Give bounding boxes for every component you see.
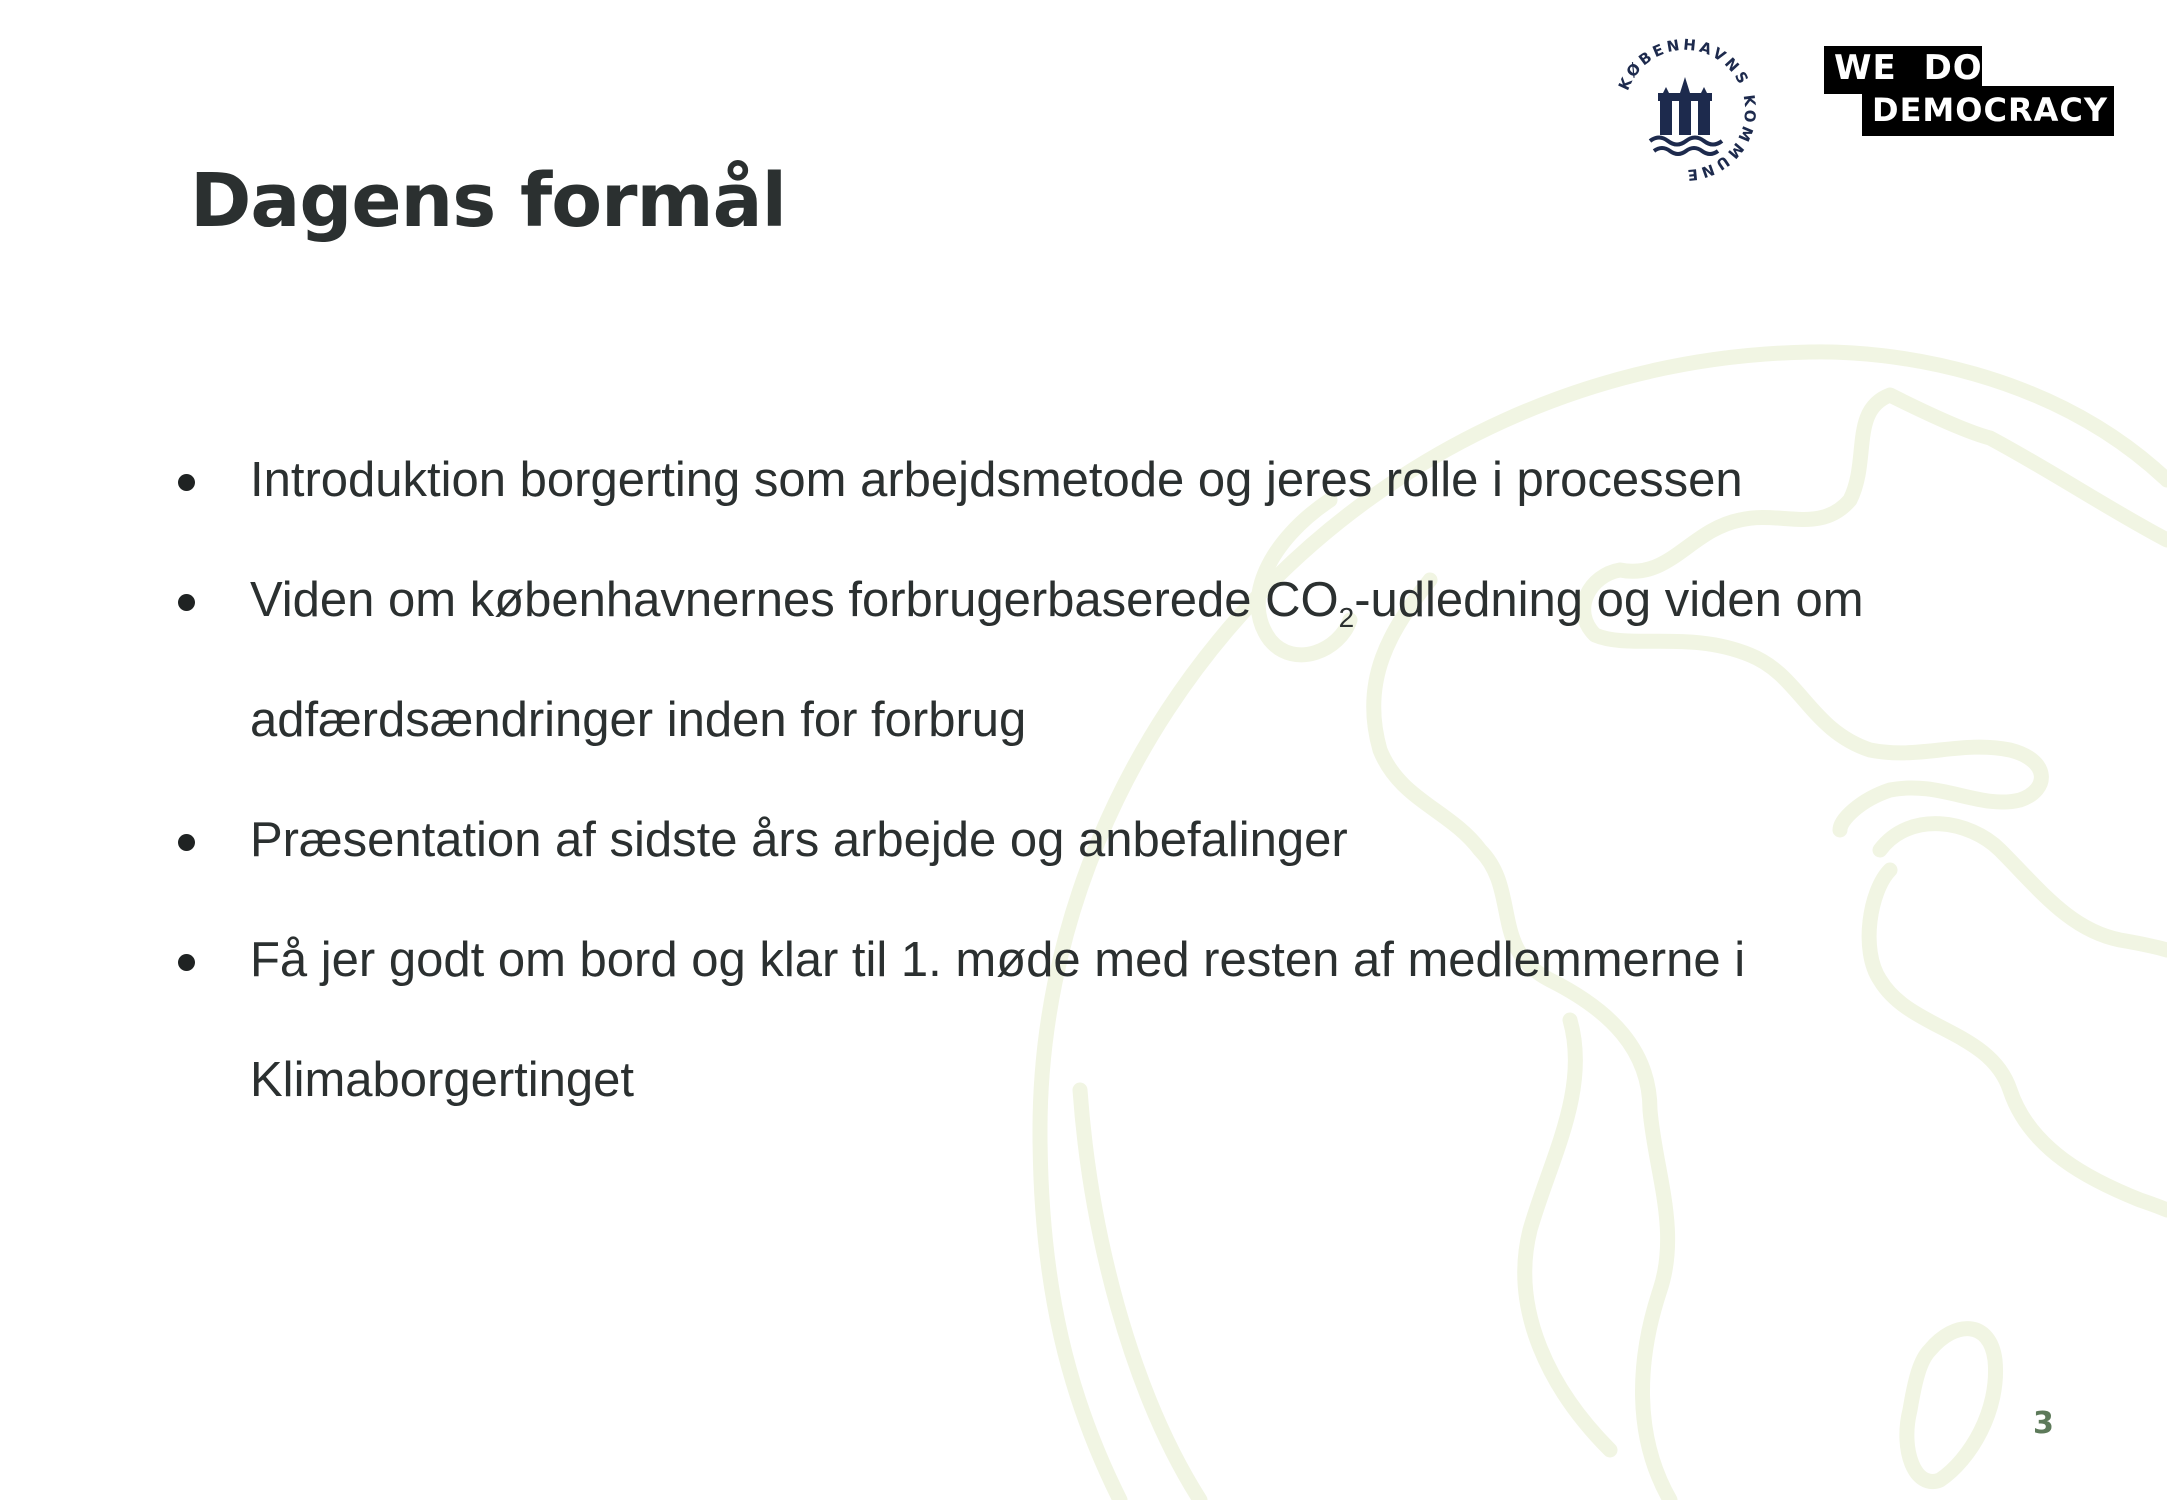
bullet-text: Viden om københavnernes forbrugerbasered…: [250, 573, 1864, 747]
bullet-item: Præsentation af sidste års arbejde og an…: [170, 780, 2070, 900]
logo-line-1: WE DO: [1834, 48, 1983, 88]
bullet-text-part: Viden om københavnernes forbrugerbasered…: [250, 573, 1339, 627]
bullet-icon: [178, 954, 195, 971]
slide-title: Dagens formål: [190, 158, 787, 244]
logo-line-2: DEMOCRACY: [1872, 91, 2109, 129]
bullet-item: Få jer godt om bord og klar til 1. møde …: [170, 900, 2070, 1140]
bullet-icon: [178, 834, 195, 851]
subscript-2: 2: [1338, 601, 1355, 633]
kobenhavns-kommune-logo: KØBENHAVNS KOMMUNE: [1615, 36, 1757, 185]
slide: KØBENHAVNS KOMMUNE WE DO DEMOCRACY Dagen…: [0, 0, 2167, 1500]
bullet-icon: [178, 474, 195, 491]
bullet-list: Introduktion borgerting som arbejdsmetod…: [170, 420, 2070, 1140]
bullet-text: Introduktion borgerting som arbejdsmetod…: [250, 453, 1743, 507]
bullet-item: Introduktion borgerting som arbejdsmetod…: [170, 420, 2070, 540]
we-do-democracy-logo: WE DO DEMOCRACY: [1824, 46, 2114, 136]
bullet-item: Viden om københavnernes forbrugerbasered…: [170, 540, 2070, 780]
bullet-text: Få jer godt om bord og klar til 1. møde …: [250, 933, 1746, 1107]
bullet-text: Præsentation af sidste års arbejde og an…: [250, 813, 1348, 867]
page-number: 3: [2033, 1406, 2054, 1441]
bullet-icon: [178, 594, 195, 611]
